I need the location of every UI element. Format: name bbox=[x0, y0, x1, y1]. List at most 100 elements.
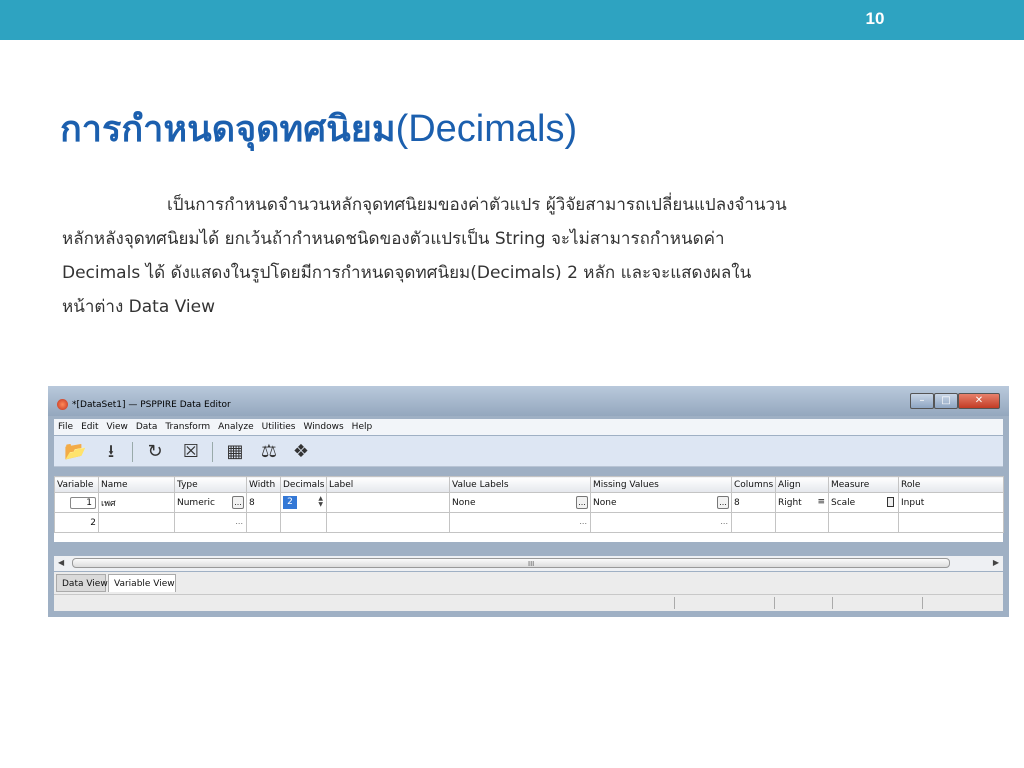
header-name[interactable]: Name bbox=[98, 476, 175, 493]
cell-missing-values[interactable]: None... bbox=[590, 492, 732, 513]
cell-measure[interactable] bbox=[828, 512, 899, 533]
header-value-labels[interactable]: Value Labels bbox=[449, 476, 591, 493]
spin-arrows-icon[interactable]: ▲ ▼ bbox=[318, 496, 323, 508]
cell-type[interactable]: Numeric... bbox=[174, 492, 247, 513]
header-align[interactable]: Align bbox=[775, 476, 829, 493]
horizontal-scrollbar[interactable]: ◀ III ▶ bbox=[54, 556, 1003, 571]
scroll-left-icon[interactable]: ◀ bbox=[58, 558, 64, 567]
scroll-thumb[interactable]: III bbox=[72, 558, 950, 568]
slide-number: 10 bbox=[865, 9, 885, 28]
cell-type-value: Numeric bbox=[177, 497, 215, 508]
grid-header-row: Variable Name Type Width Decimals Label … bbox=[54, 476, 1004, 493]
status-cell bbox=[832, 597, 833, 609]
window-title: *[DataSet1] — PSPPIRE Data Editor bbox=[72, 400, 231, 410]
cell-width[interactable]: 8 bbox=[246, 492, 281, 513]
tab-data-view[interactable]: Data View bbox=[56, 574, 108, 592]
close-button[interactable]: ✕ bbox=[958, 393, 1000, 409]
cell-label[interactable] bbox=[326, 512, 450, 533]
menu-analyze[interactable]: Analyze bbox=[218, 422, 253, 432]
menu-view[interactable]: View bbox=[107, 422, 128, 432]
app-icon bbox=[57, 399, 68, 410]
menu-utilities[interactable]: Utilities bbox=[262, 422, 296, 432]
menu-transform[interactable]: Transform bbox=[165, 422, 210, 432]
cell-missing-values-value: None bbox=[593, 497, 617, 508]
save-icon[interactable]: ⭳ bbox=[100, 441, 122, 463]
cell-measure[interactable]: Scale bbox=[828, 492, 899, 513]
menu-help[interactable]: Help bbox=[352, 422, 373, 432]
maximize-button[interactable]: □ bbox=[934, 393, 958, 409]
toolbar-separator bbox=[132, 442, 133, 462]
weight-cases-icon[interactable]: ⚖ bbox=[258, 441, 280, 463]
view-tabs: Data View Variable View bbox=[54, 572, 1003, 594]
slide-title-english: (Decimals) bbox=[395, 108, 578, 150]
cell-value-labels[interactable]: ... bbox=[449, 512, 591, 533]
cell-decimals[interactable] bbox=[280, 512, 327, 533]
value-labels-icon[interactable]: ❖ bbox=[290, 441, 312, 463]
cell-label[interactable] bbox=[326, 492, 450, 513]
menu-bar: File Edit View Data Transform Analyze Ut… bbox=[54, 419, 1003, 435]
window-title-bar[interactable]: *[DataSet1] — PSPPIRE Data Editor – □ ✕ bbox=[48, 386, 1009, 416]
scroll-grip: III bbox=[528, 560, 535, 568]
goto-case-icon[interactable]: ↻ bbox=[144, 441, 166, 463]
table-row: 1 เพศ Numeric... 8 2 ▲ ▼ None... None... 8… bbox=[54, 492, 1004, 513]
slide-title: การกำหนดจุดทศนิยม(Decimals) bbox=[60, 100, 577, 157]
decimals-spin-input[interactable]: 2 bbox=[283, 496, 297, 509]
menu-edit[interactable]: Edit bbox=[81, 422, 98, 432]
menu-file[interactable]: File bbox=[58, 422, 73, 432]
align-right-icon: ≡ bbox=[817, 497, 825, 507]
cell-dots: ... bbox=[720, 517, 728, 526]
cell-align-value: Right bbox=[778, 497, 802, 508]
header-variable[interactable]: Variable bbox=[54, 476, 99, 493]
tab-variable-view[interactable]: Variable View bbox=[108, 574, 176, 592]
toolbar: 📂 ⭳ ↻ ☒ ▦ ⚖ ❖ bbox=[54, 436, 1003, 467]
header-label[interactable]: Label bbox=[326, 476, 450, 493]
header-type[interactable]: Type bbox=[174, 476, 247, 493]
slide-title-thai: การกำหนดจุดทศนิยม bbox=[60, 109, 396, 150]
scale-ruler-icon bbox=[887, 497, 894, 507]
row-number[interactable]: 1 bbox=[54, 492, 99, 513]
cell-role[interactable] bbox=[898, 512, 1004, 533]
header-measure[interactable]: Measure bbox=[828, 476, 899, 493]
psppire-window: *[DataSet1] — PSPPIRE Data Editor – □ ✕ … bbox=[48, 386, 1009, 617]
cell-columns[interactable]: 8 bbox=[731, 492, 776, 513]
menu-windows[interactable]: Windows bbox=[303, 422, 343, 432]
cell-dots: ... bbox=[235, 517, 243, 526]
cell-missing-values[interactable]: ... bbox=[590, 512, 732, 533]
header-columns[interactable]: Columns bbox=[731, 476, 776, 493]
cell-type[interactable]: ... bbox=[174, 512, 247, 533]
header-decimals[interactable]: Decimals bbox=[280, 476, 327, 493]
status-bar bbox=[54, 594, 1003, 611]
cell-align[interactable] bbox=[775, 512, 829, 533]
slide-top-bar: 10 bbox=[0, 0, 1024, 40]
missing-values-dialog-button[interactable]: ... bbox=[717, 496, 729, 509]
menu-data[interactable]: Data bbox=[136, 422, 158, 432]
status-cell bbox=[774, 597, 775, 609]
cell-columns[interactable] bbox=[731, 512, 776, 533]
header-width[interactable]: Width bbox=[246, 476, 281, 493]
cell-name[interactable]: เพศ bbox=[98, 492, 175, 513]
status-cell bbox=[922, 597, 923, 609]
cell-width[interactable] bbox=[246, 512, 281, 533]
type-dialog-button[interactable]: ... bbox=[232, 496, 244, 509]
open-file-icon[interactable]: 📂 bbox=[64, 441, 86, 463]
status-cell bbox=[674, 597, 675, 609]
body-line-1: เป็นการกำหนดจำนวนหลักจุดทศนิยมของค่าตัวแ… bbox=[167, 195, 787, 215]
table-row: 2 ... ... ... bbox=[54, 512, 1004, 533]
split-file-icon[interactable]: ▦ bbox=[224, 441, 246, 463]
cell-name[interactable] bbox=[98, 512, 175, 533]
cell-measure-value: Scale bbox=[831, 497, 856, 508]
minimize-button[interactable]: – bbox=[910, 393, 934, 409]
slide-body: เป็นการกำหนดจำนวนหลักจุดทศนิยมของค่าตัวแ… bbox=[62, 188, 972, 324]
delete-icon[interactable]: ☒ bbox=[180, 441, 202, 463]
cell-dots: ... bbox=[579, 517, 587, 526]
cell-value-labels[interactable]: None... bbox=[449, 492, 591, 513]
header-role[interactable]: Role bbox=[898, 476, 1004, 493]
cell-role[interactable]: Input bbox=[898, 492, 1004, 513]
cell-align[interactable]: Right ≡ bbox=[775, 492, 829, 513]
body-line-2: หลักหลังจุดทศนิยมได้ ยกเว้นถ้ากำหนดชนิดข… bbox=[62, 229, 725, 249]
cell-decimals[interactable]: 2 ▲ ▼ bbox=[280, 492, 327, 513]
scroll-right-icon[interactable]: ▶ bbox=[993, 558, 999, 567]
header-missing-values[interactable]: Missing Values bbox=[590, 476, 732, 493]
value-labels-dialog-button[interactable]: ... bbox=[576, 496, 588, 509]
row-number[interactable]: 2 bbox=[54, 512, 99, 533]
